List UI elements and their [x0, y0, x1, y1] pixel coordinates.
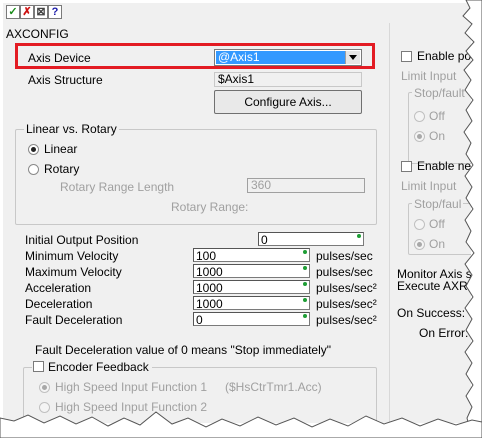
torn-edge-overlay [0, 0, 482, 438]
torn-bottom-edge [0, 411, 482, 438]
torn-right-edge [462, 0, 482, 438]
